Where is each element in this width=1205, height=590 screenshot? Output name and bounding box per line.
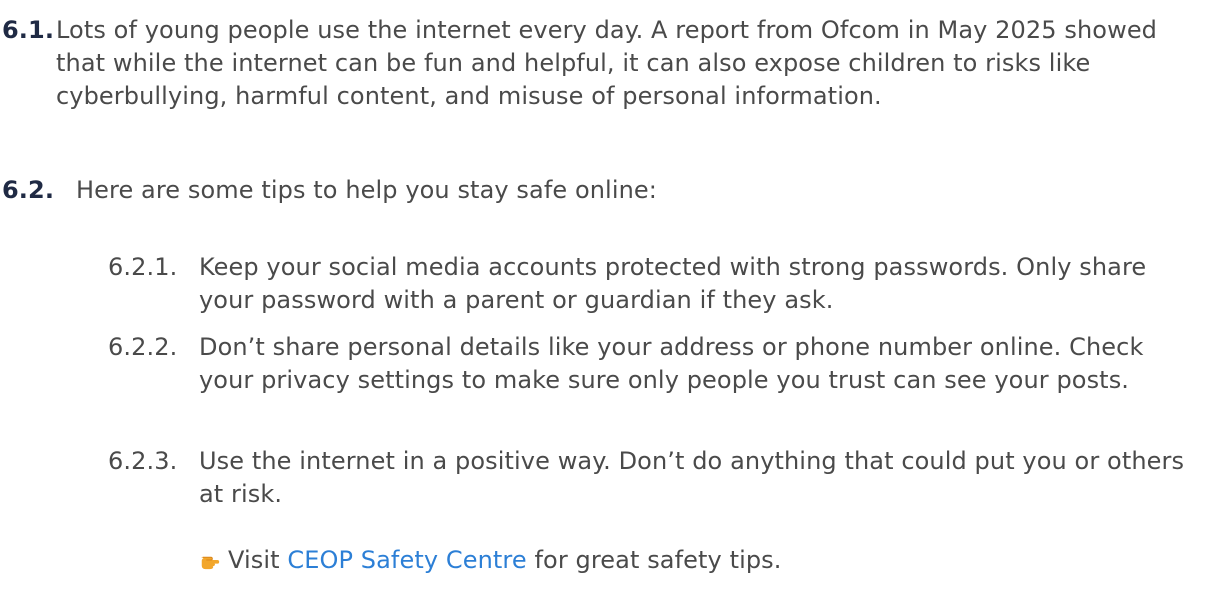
safety-note: Visit CEOP Safety Centre for great safet… [199, 544, 782, 577]
tip-text: Don’t share personal details like your a… [199, 333, 1144, 394]
section-paragraph: Lots of young people use the internet ev… [56, 16, 1158, 110]
section-number: 6.1. [2, 16, 55, 44]
tip-text: Use the internet in a positive way. Don’… [199, 447, 1185, 508]
section-number: 6.2. [2, 176, 55, 204]
tip-text: Keep your social media accounts protecte… [199, 253, 1147, 314]
tip-number: 6.2.3. [108, 447, 178, 475]
tip-number: 6.2.1. [108, 253, 178, 281]
pointing-hand-icon [200, 556, 220, 570]
note-suffix: for great safety tips. [534, 546, 782, 574]
note-prefix: Visit [228, 546, 280, 574]
section-paragraph: Here are some tips to help you stay safe… [76, 176, 657, 204]
ceop-safety-centre-link[interactable]: CEOP Safety Centre [287, 546, 526, 574]
tip-number: 6.2.2. [108, 333, 178, 361]
